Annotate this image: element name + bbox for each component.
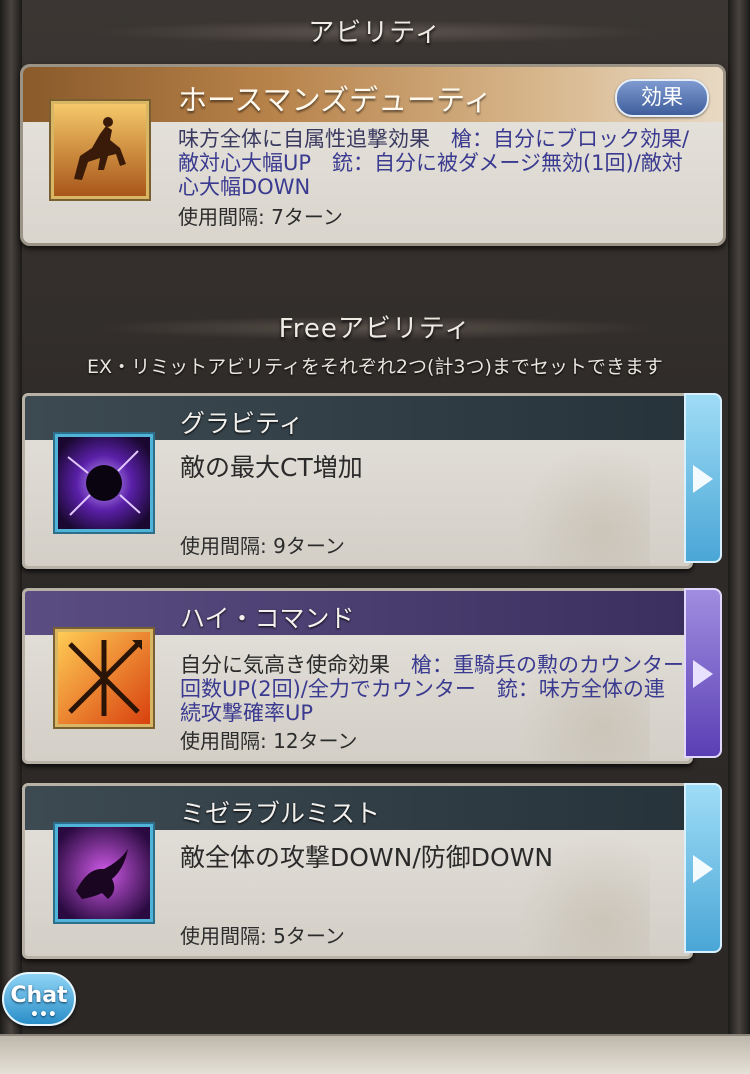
chevron-right-icon xyxy=(693,855,713,883)
free-ability-description: 敵全体の攻撃DOWN/防御DOWN xyxy=(180,843,554,872)
free-ability-interval: 使用間隔: 12ターン xyxy=(180,729,358,753)
main-ability-description: 味方全体に自属性追撃効果 槍：自分にブロック効果/敵対心大幅UP 銃：自分に被ダ… xyxy=(178,127,690,199)
section-title-free-ability: Freeアビリティ xyxy=(0,308,750,345)
free-ability-interval: 使用間隔: 9ターン xyxy=(180,534,345,558)
bottom-bar xyxy=(0,1034,750,1074)
horseman-icon xyxy=(51,101,149,199)
free-ability-card-miserable-mist[interactable]: ミゼラブルミスト 敵全体の攻撃DOWN/防御DOWN 使用間隔: 5ターン xyxy=(22,783,722,959)
free-ability-card-gravity[interactable]: グラビティ 敵の最大CT増加 使用間隔: 9ターン xyxy=(22,393,722,569)
free-ability-card-high-command[interactable]: ハイ・コマンド 自分に気高き使命効果 槍：重騎兵の勲のカウンター回数UP(2回)… xyxy=(22,588,722,764)
high-command-icon xyxy=(55,629,153,727)
free-ability-interval: 使用間隔: 5ターン xyxy=(180,924,345,948)
free-ability-name: ミゼラブルミスト xyxy=(180,799,381,828)
expand-tab[interactable] xyxy=(684,783,722,953)
free-ability-note: EX・リミットアビリティをそれぞれ2つ(計3つ)までセットできます xyxy=(87,356,663,378)
main-ability-card[interactable]: ホースマンズデューティ 効果 味方全体に自属性追撃効果 槍：自分にブロック効果/… xyxy=(20,64,726,246)
free-ability-name: グラビティ xyxy=(180,409,304,438)
free-ability-description: 敵の最大CT増加 xyxy=(180,453,363,482)
effect-button[interactable]: 効果 xyxy=(615,79,709,117)
expand-tab[interactable] xyxy=(684,393,722,563)
main-ability-name: ホースマンズデューティ xyxy=(178,83,493,117)
left-frame xyxy=(0,0,22,1074)
gravity-icon xyxy=(55,434,153,532)
right-frame xyxy=(728,0,750,1074)
free-ability-name: ハイ・コマンド xyxy=(180,604,355,633)
chat-button[interactable]: Chat ••• xyxy=(2,972,76,1026)
chat-dots-icon: ••• xyxy=(30,1007,57,1023)
expand-tab[interactable] xyxy=(684,588,722,758)
main-ability-interval: 使用間隔: 7ターン xyxy=(178,205,343,229)
section-title-ability: アビリティ xyxy=(0,12,750,49)
miserable-mist-icon xyxy=(55,824,153,922)
free-ability-description: 自分に気高き使命効果 槍：重騎兵の勲のカウンター回数UP(2回)/全力でカウンタ… xyxy=(180,653,684,725)
chevron-right-icon xyxy=(693,465,713,493)
chevron-right-icon xyxy=(693,660,713,688)
